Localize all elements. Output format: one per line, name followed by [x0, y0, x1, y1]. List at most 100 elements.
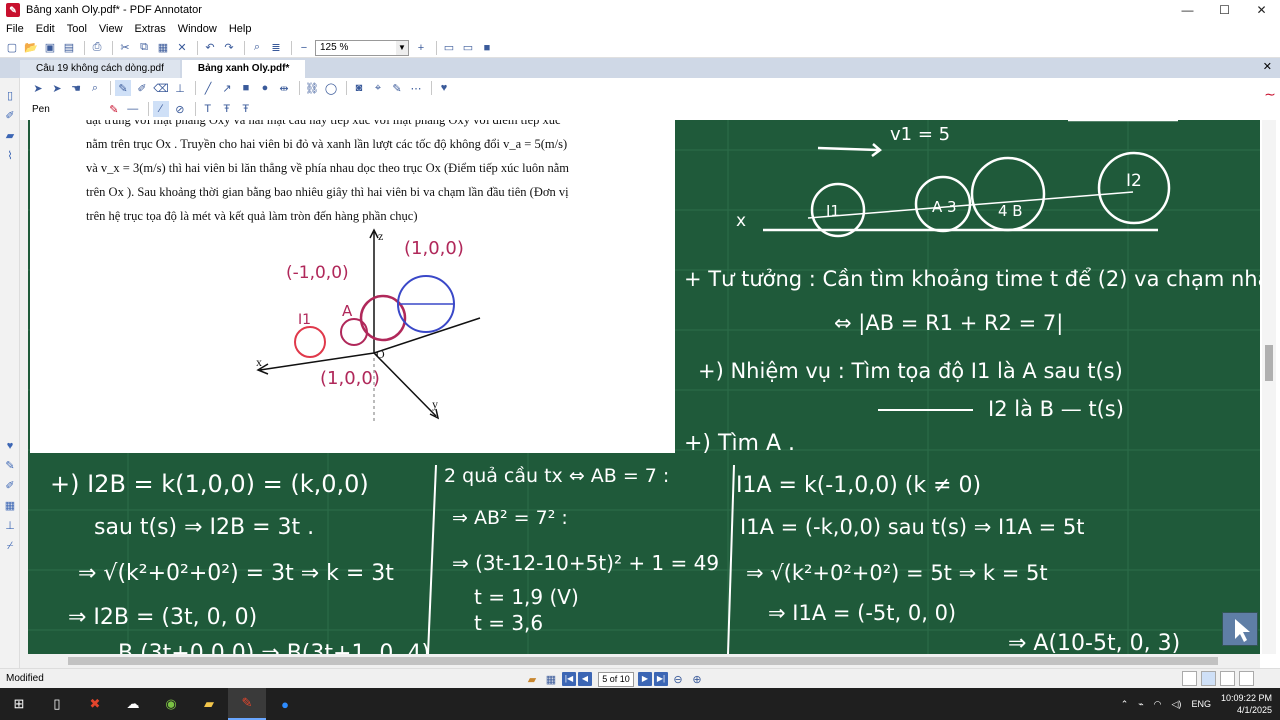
select-text-icon[interactable]: ➤ [49, 80, 65, 96]
arrow-icon[interactable]: ↗ [219, 80, 235, 96]
chart-icon[interactable]: ▦ [0, 496, 20, 516]
fit-width-icon[interactable]: ▭ [460, 40, 476, 56]
redo-icon[interactable]: ↷ [221, 40, 237, 56]
select-arrow-icon[interactable]: ➤ [30, 80, 46, 96]
cut-icon[interactable]: ✂ [117, 40, 133, 56]
chrome-icon[interactable]: ◉ [152, 688, 190, 720]
menu-tool[interactable]: Tool [67, 23, 87, 35]
zoom-in-icon[interactable]: + [413, 40, 429, 56]
strikeout-icon[interactable]: Ŧ [238, 101, 254, 117]
text-icon[interactable]: T [200, 101, 216, 117]
page-number[interactable]: 5 of 10 [598, 671, 634, 687]
volume-icon[interactable]: ◁) [1172, 699, 1182, 710]
rectangle-icon[interactable]: ■ [238, 80, 254, 96]
two-page-view-icon[interactable] [1220, 671, 1235, 686]
minimize-button[interactable]: — [1169, 0, 1206, 20]
ruler-icon[interactable]: ⌖ [370, 80, 386, 96]
language-indicator[interactable]: ENG [1191, 699, 1211, 709]
document-view[interactable]: v1 = 5 I1 A 3 4 B I2 x + Tư tưởng : Cần … [28, 120, 1260, 654]
grid-view-icon[interactable] [1239, 671, 1254, 686]
vertical-scrollbar[interactable] [1262, 120, 1276, 654]
windows-icon[interactable]: ⊞ [0, 688, 38, 720]
menu-extras[interactable]: Extras [135, 23, 166, 35]
stamp-icon[interactable]: ⊥ [0, 516, 20, 536]
line-icon[interactable]: ╱ [200, 80, 216, 96]
pointer-overlay-icon[interactable] [1222, 612, 1258, 646]
ellipse-icon[interactable]: ● [257, 80, 273, 96]
paste-icon[interactable]: ▦ [155, 40, 171, 56]
signature-icon[interactable]: ∼ [1260, 86, 1280, 103]
pen-color-icon[interactable]: ✎ [106, 101, 122, 117]
zoom-icon[interactable]: ● [266, 688, 304, 720]
line-width-icon[interactable]: — [125, 101, 141, 117]
pdf-xchange-icon[interactable]: ✖ [76, 688, 114, 720]
close-button[interactable]: ✕ [1243, 0, 1280, 20]
attachment-icon[interactable]: ⌇ [0, 146, 20, 166]
link-icon[interactable]: ⛓ [304, 80, 320, 96]
stamp-tool-icon[interactable]: ⊥ [172, 80, 188, 96]
print-icon[interactable]: ⎙ [89, 40, 105, 56]
annotation-icon[interactable]: ✐ [0, 106, 20, 126]
horizontal-scroll-thumb[interactable] [68, 657, 1218, 665]
save-all-icon[interactable]: ▤ [61, 40, 77, 56]
smooth-pen-icon[interactable]: ∕ [152, 101, 169, 117]
back-icon[interactable]: ⊖ [670, 671, 686, 687]
favorite-heart-icon[interactable]: ♥ [436, 80, 452, 96]
menu-file[interactable]: File [6, 23, 24, 35]
edit-icon[interactable]: ✎ [389, 80, 405, 96]
next-page-icon[interactable]: ▶ [638, 672, 652, 686]
forward-icon[interactable]: ⊕ [689, 671, 705, 687]
camera-icon[interactable]: ◙ [351, 80, 367, 96]
network-icon[interactable]: ⌁ [1138, 699, 1143, 710]
maximize-button[interactable]: ☐ [1206, 0, 1243, 20]
straighten-icon[interactable]: ⊘ [172, 101, 188, 117]
page-setup-icon[interactable]: ≣ [268, 40, 284, 56]
wifi-icon[interactable]: ◠ [1154, 699, 1162, 710]
prev-page-icon[interactable]: ◀ [578, 672, 592, 686]
save-icon[interactable]: ▣ [42, 40, 58, 56]
favorites-icon[interactable]: ♥ [0, 436, 20, 456]
measure-icon[interactable]: ⇹ [276, 80, 292, 96]
phone-icon[interactable]: ▯ [38, 688, 76, 720]
chevron-down-icon[interactable]: ▼ [396, 40, 408, 55]
chevron-up-icon[interactable]: ⌃ [1121, 699, 1129, 710]
pen-tool-icon[interactable]: ✎ [0, 456, 20, 476]
folder-icon[interactable]: ▰ [0, 126, 20, 146]
menu-edit[interactable]: Edit [36, 23, 55, 35]
tab-bang-xanh[interactable]: Bảng xanh Oly.pdf* [181, 60, 306, 78]
folder-open-icon[interactable]: ▰ [524, 671, 540, 687]
pen-icon[interactable]: ✎ [115, 80, 131, 96]
more-tools-icon[interactable]: ⋯ [408, 80, 424, 96]
horizontal-scrollbar[interactable] [28, 654, 1260, 668]
page-icon[interactable]: ▯ [0, 86, 20, 106]
menu-window[interactable]: Window [178, 23, 217, 35]
tab-cau19[interactable]: Câu 19 không cách dòng.pdf [20, 60, 180, 78]
highlighter-icon[interactable]: ✐ [134, 80, 150, 96]
marker-icon[interactable]: ✐ [0, 476, 20, 496]
clock[interactable]: 10:09:22 PM 4/1/2025 [1221, 692, 1272, 716]
cloud-icon[interactable]: ☁ [114, 688, 152, 720]
find-icon[interactable]: ⌕ [249, 40, 265, 56]
full-screen-icon[interactable]: ■ [479, 40, 495, 56]
zoom-select[interactable]: 125 % ▼ [315, 39, 409, 56]
folder-icon[interactable]: ▰ [190, 688, 228, 720]
delete-icon[interactable]: ✕ [174, 40, 190, 56]
menu-help[interactable]: Help [229, 23, 252, 35]
eraser-icon[interactable]: ⌫ [153, 80, 169, 96]
new-icon[interactable]: ▢ [4, 40, 20, 56]
fit-page-icon[interactable]: ▭ [441, 40, 457, 56]
text-box-icon[interactable]: Ŧ [219, 101, 235, 117]
copy-icon[interactable]: ⧉ [136, 40, 152, 56]
first-page-icon[interactable]: |◀ [562, 672, 576, 686]
zoom-out-icon[interactable]: − [296, 40, 312, 56]
zoom-tool-icon[interactable]: ⌕ [87, 80, 103, 96]
lasso-icon[interactable]: ◯ [323, 80, 339, 96]
continuous-view-icon[interactable] [1201, 671, 1216, 686]
thumbnails-icon[interactable]: ▦ [543, 671, 559, 687]
undo-icon[interactable]: ↶ [202, 40, 218, 56]
last-page-icon[interactable]: ▶| [654, 672, 668, 686]
close-tab-icon[interactable]: ✕ [1263, 60, 1272, 73]
pdf-annotator-icon[interactable]: ✎ [228, 688, 266, 720]
vertical-scroll-thumb[interactable] [1265, 345, 1273, 381]
hand-icon[interactable]: ☚ [68, 80, 84, 96]
